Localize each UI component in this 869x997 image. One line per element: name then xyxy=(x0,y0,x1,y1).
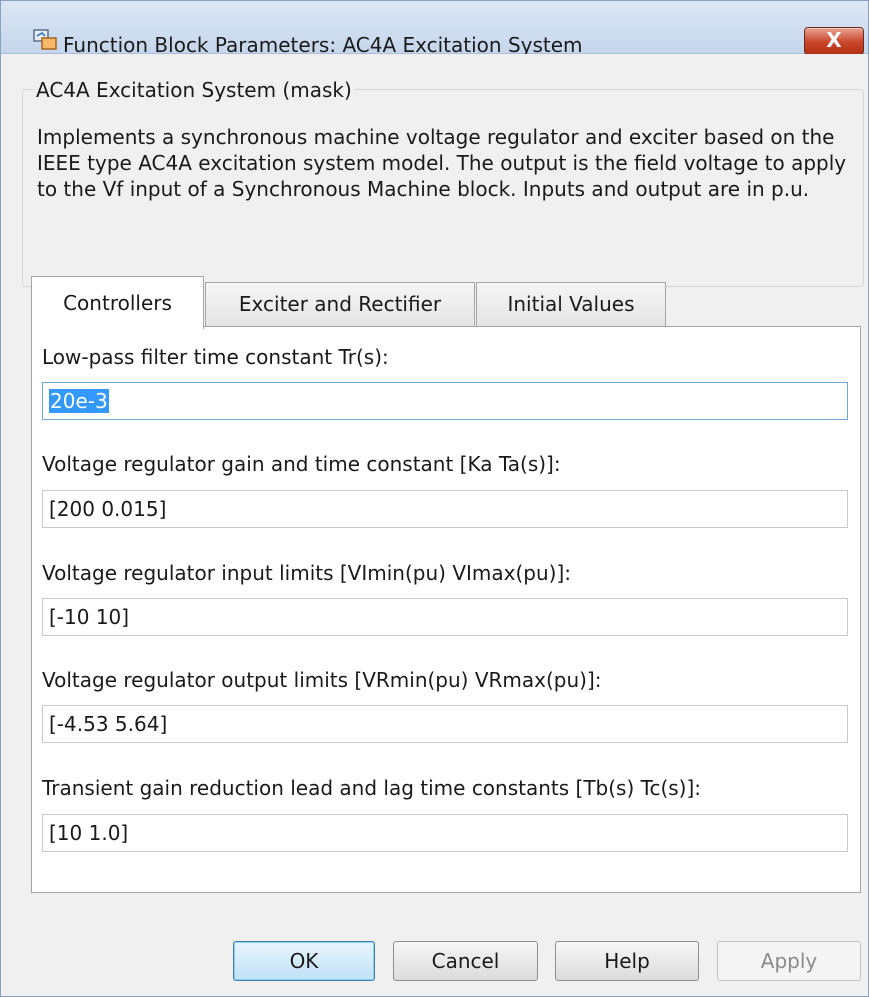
mask-description: Implements a synchronous machine voltage… xyxy=(37,125,847,201)
tb-tc-input[interactable]: [10 1.0] xyxy=(42,814,848,852)
close-button[interactable]: X xyxy=(804,27,864,55)
title-bar[interactable]: Function Block Parameters: AC4A Excitati… xyxy=(1,1,868,57)
vr-limits-input[interactable]: [-4.53 5.64] xyxy=(42,705,848,743)
tab-controllers[interactable]: Controllers xyxy=(31,276,204,329)
vi-limits-label: Voltage regulator input limits [VImin(pu… xyxy=(42,561,571,585)
controllers-tab-panel: Low-pass filter time constant Tr(s): 20e… xyxy=(31,326,861,893)
close-icon: X xyxy=(826,28,842,52)
tr-input-value: 20e-3 xyxy=(49,389,109,413)
ka-ta-input[interactable]: [200 0.015] xyxy=(42,490,848,528)
vi-limits-input[interactable]: [-10 10] xyxy=(42,598,848,636)
mask-group-title: AC4A Excitation System (mask) xyxy=(34,78,354,102)
ok-button[interactable]: OK xyxy=(233,941,375,981)
ka-ta-label: Voltage regulator gain and time constant… xyxy=(42,452,561,476)
dialog-window: Function Block Parameters: AC4A Excitati… xyxy=(0,0,869,997)
apply-button[interactable]: Apply xyxy=(717,941,861,981)
vr-limits-label: Voltage regulator output limits [VRmin(p… xyxy=(42,668,602,692)
tr-label: Low-pass filter time constant Tr(s): xyxy=(42,345,389,369)
cancel-button[interactable]: Cancel xyxy=(393,941,538,981)
dialog-content: AC4A Excitation System (mask) Implements… xyxy=(1,54,868,996)
simulink-block-icon xyxy=(33,29,57,50)
tab-initial-values[interactable]: Initial Values xyxy=(476,282,666,326)
tab-exciter-and-rectifier[interactable]: Exciter and Rectifier xyxy=(205,282,475,326)
tb-tc-label: Transient gain reduction lead and lag ti… xyxy=(42,776,702,800)
tr-input[interactable]: 20e-3 xyxy=(42,382,848,420)
help-button[interactable]: Help xyxy=(555,941,699,981)
